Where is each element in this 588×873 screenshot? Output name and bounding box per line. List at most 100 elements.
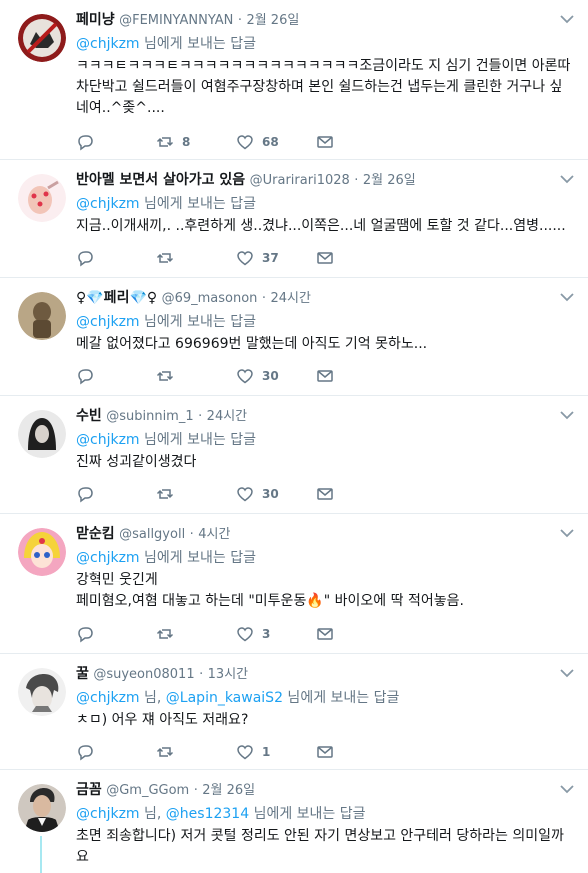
- mention-link[interactable]: @hes12314: [166, 806, 249, 822]
- reply-context: @chjkzm 님에게 보내는 답글: [76, 312, 572, 332]
- heart-icon: [237, 487, 253, 502]
- display-name[interactable]: 반아멜 보면서 살아가고 있음: [76, 172, 245, 188]
- tweet[interactable]: ♀💎페리💎♀ @69_masonon · 24시간 @chjkzm 님에게 보내…: [0, 278, 588, 396]
- avatar[interactable]: [18, 528, 66, 576]
- reply-button[interactable]: [76, 132, 102, 152]
- reply-icon: [78, 135, 93, 151]
- display-name[interactable]: 금꼼: [76, 782, 102, 798]
- user-handle[interactable]: @FEMINYANNYAN: [119, 13, 233, 28]
- mention-link[interactable]: @chjkzm: [76, 690, 140, 706]
- reply-label: 님에게 보내는 답글: [139, 314, 256, 330]
- like-count: 3: [262, 627, 271, 641]
- avatar[interactable]: [18, 14, 66, 62]
- like-button[interactable]: 68: [236, 132, 279, 152]
- user-handle[interactable]: @Gm_GGom: [106, 783, 189, 798]
- like-count: 68: [262, 135, 279, 149]
- tweet-text: ㅋㅋㅋㅌㅋㅋㅋㅌㅋㅋㅋㅋㅋㅋㅋㅋㅋㅋㅋㅋㅋㅋ조금이라도 지 심기 건들이면 아론…: [76, 58, 571, 116]
- user-handle[interactable]: @sallgyoll: [119, 527, 185, 542]
- retweet-icon: [156, 489, 174, 499]
- tweet-header: 페미냥 @FEMINYANNYAN · 2월 26일: [76, 10, 572, 30]
- timestamp[interactable]: 2월 26일: [363, 173, 416, 188]
- tweet[interactable]: 반아멜 보면서 살아가고 있음 @Urarirari1028 · 2월 26일 …: [0, 160, 588, 278]
- tweet-content: 맏순킴 @sallgyoll · 4시간 @chjkzm 님에게 보내는 답글 …: [76, 524, 572, 612]
- tweet[interactable]: 금꼼 @Gm_GGom · 2월 26일 @chjkzm 님, @hes1231…: [0, 770, 588, 873]
- retweet-button[interactable]: [156, 742, 182, 762]
- avatar[interactable]: [18, 784, 66, 832]
- direct-message-button[interactable]: [316, 248, 334, 268]
- tweet-content: 금꼼 @Gm_GGom · 2월 26일 @chjkzm 님, @hes1231…: [76, 780, 572, 868]
- user-handle[interactable]: @subinnim_1: [106, 409, 193, 424]
- reply-button[interactable]: [76, 742, 102, 762]
- reply-icon: [78, 627, 93, 643]
- reply-context: @chjkzm 님에게 보내는 답글: [76, 34, 572, 54]
- display-name[interactable]: 꿀: [76, 666, 89, 682]
- mention-link[interactable]: @chjkzm: [76, 314, 140, 330]
- tweet-header: 금꼼 @Gm_GGom · 2월 26일: [76, 780, 572, 800]
- like-button[interactable]: 30: [236, 484, 279, 504]
- display-name[interactable]: 페미냥: [76, 12, 115, 28]
- envelope-icon: [317, 136, 333, 148]
- user-handle[interactable]: @Urarirari1028: [250, 173, 350, 188]
- tweet-text: 진짜 성괴같이생겼다: [76, 454, 197, 470]
- direct-message-button[interactable]: [316, 484, 334, 504]
- display-name[interactable]: ♀💎페리💎♀: [76, 290, 157, 306]
- mention-link[interactable]: @chjkzm: [76, 36, 140, 52]
- direct-message-button[interactable]: [316, 366, 334, 386]
- reply-context: @chjkzm 님에게 보내는 답글: [76, 548, 572, 568]
- tweet[interactable]: 수빈 @subinnim_1 · 24시간 @chjkzm 님에게 보내는 답글…: [0, 396, 588, 514]
- timestamp[interactable]: 2월 26일: [202, 783, 255, 798]
- user-handle[interactable]: @69_masonon: [162, 291, 258, 306]
- timestamp[interactable]: 4시간: [198, 527, 230, 542]
- tweet-actions: 30: [76, 366, 336, 386]
- like-button[interactable]: 1: [236, 742, 270, 762]
- tweet-content: 반아멜 보면서 살아가고 있음 @Urarirari1028 · 2월 26일 …: [76, 170, 572, 237]
- direct-message-button[interactable]: [316, 132, 334, 152]
- avatar[interactable]: [18, 174, 66, 222]
- tweet-content: 꿀 @suyeon08011 · 13시간 @chjkzm 님, @Lapin_…: [76, 664, 572, 731]
- retweet-button[interactable]: [156, 366, 182, 386]
- tweet-text: 지금..이개새끼,. ..후련하게 생..겼냐...이쪽은...네 얼굴땜에 토…: [76, 218, 566, 234]
- retweet-button[interactable]: [156, 484, 182, 504]
- separator-dot: ·: [193, 783, 198, 798]
- avatar-image: [18, 668, 66, 716]
- avatar[interactable]: [18, 410, 66, 458]
- retweet-button[interactable]: 8: [156, 132, 190, 152]
- tweet[interactable]: 페미냥 @FEMINYANNYAN · 2월 26일 @chjkzm 님에게 보…: [0, 0, 588, 160]
- reply-button[interactable]: [76, 624, 102, 644]
- tweet-content: 페미냥 @FEMINYANNYAN · 2월 26일 @chjkzm 님에게 보…: [76, 10, 572, 119]
- display-name[interactable]: 수빈: [76, 408, 102, 424]
- direct-message-button[interactable]: [316, 624, 334, 644]
- avatar[interactable]: [18, 292, 66, 340]
- like-button[interactable]: 30: [236, 366, 279, 386]
- like-button[interactable]: 3: [236, 624, 270, 644]
- tweet[interactable]: 맏순킴 @sallgyoll · 4시간 @chjkzm 님에게 보내는 답글 …: [0, 514, 588, 654]
- mention-link[interactable]: @chjkzm: [76, 432, 140, 448]
- mention-link[interactable]: @chjkzm: [76, 196, 140, 212]
- tweet[interactable]: 꿀 @suyeon08011 · 13시간 @chjkzm 님, @Lapin_…: [0, 654, 588, 770]
- reply-icon: [78, 745, 93, 761]
- retweet-icon: [156, 629, 174, 639]
- separator-dot: ·: [198, 409, 203, 424]
- mention-link[interactable]: @chjkzm: [76, 806, 140, 822]
- mention-link[interactable]: @Lapin_kawaiS2: [166, 690, 283, 706]
- tweet-content: 수빈 @subinnim_1 · 24시간 @chjkzm 님에게 보내는 답글…: [76, 406, 572, 473]
- timestamp[interactable]: 24시간: [270, 291, 310, 306]
- reply-button[interactable]: [76, 248, 102, 268]
- tweet-text: ㅊㅁ) 어우 쟤 아직도 저래요?: [76, 712, 249, 728]
- display-name[interactable]: 맏순킴: [76, 526, 115, 542]
- reply-button[interactable]: [76, 366, 102, 386]
- retweet-button[interactable]: [156, 248, 182, 268]
- tweet-text-line: 페미혐오,여혐 대놓고 하는데 "미투운동🔥" 바이오에 딱 적어놓음.: [76, 593, 464, 609]
- timestamp[interactable]: 13시간: [208, 667, 248, 682]
- mention-link[interactable]: @chjkzm: [76, 550, 140, 566]
- avatar[interactable]: [18, 668, 66, 716]
- direct-message-button[interactable]: [316, 742, 334, 762]
- retweet-button[interactable]: [156, 624, 182, 644]
- timestamp[interactable]: 24시간: [207, 409, 247, 424]
- like-button[interactable]: 37: [236, 248, 279, 268]
- timestamp[interactable]: 2월 26일: [246, 13, 299, 28]
- reply-button[interactable]: [76, 484, 102, 504]
- envelope-icon: [317, 746, 333, 758]
- tweet-text: 강혁민 웃긴게 페미혐오,여혐 대놓고 하는데 "미투운동🔥" 바이오에 딱 적…: [76, 570, 572, 612]
- user-handle[interactable]: @suyeon08011: [93, 667, 194, 682]
